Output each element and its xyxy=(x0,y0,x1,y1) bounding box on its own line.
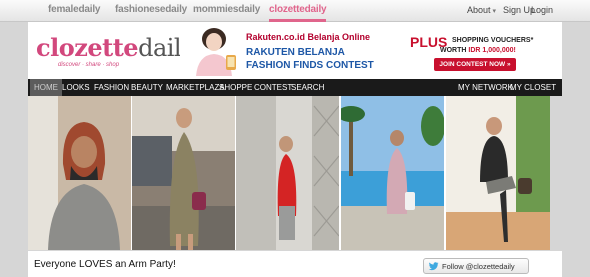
promo-line1: SHOPPING VOUCHERS* xyxy=(452,37,534,44)
banner-ad[interactable]: Rakuten.co.id Belanja Online RAKUTEN BEL… xyxy=(180,25,406,76)
article-headline[interactable]: Everyone LOVES an Arm Party! xyxy=(34,259,176,270)
look-photo-3[interactable] xyxy=(236,96,339,250)
network-bar: femaledaily fashionesedaily mommiesdaily… xyxy=(0,0,590,22)
nav-beauty[interactable]: BEAUTY xyxy=(127,79,167,96)
join-contest-button[interactable]: JOIN CONTEST NOW » xyxy=(434,58,516,71)
promo-line2: WORTH IDR 1,000,000! xyxy=(440,47,516,54)
nav-search[interactable]: SEARCH xyxy=(287,79,328,96)
look-photo-5[interactable] xyxy=(446,96,550,250)
look-photo-1[interactable] xyxy=(28,96,131,250)
twitter-icon xyxy=(428,262,439,271)
network-link-mommiesdaily[interactable]: mommiesdaily xyxy=(193,4,260,15)
logo-part-clozette: clozette xyxy=(36,33,139,62)
content-area: Everyone LOVES an Arm Party! Follow @clo… xyxy=(28,251,562,277)
login-link[interactable]: Login xyxy=(531,5,553,15)
network-link-fashionesedaily[interactable]: fashionesedaily xyxy=(115,4,187,15)
nav-looks[interactable]: LOOKS xyxy=(58,79,94,96)
look-photo-2[interactable] xyxy=(132,96,235,250)
logo-tagline: discover · share · shop xyxy=(58,62,120,68)
network-link-clozettedaily[interactable]: clozettedaily xyxy=(269,4,327,22)
ad-brand: Rakuten.co.id Belanja Online xyxy=(246,32,371,42)
ad-model-image xyxy=(186,25,242,76)
promo-box: PLUS SHOPPING VOUCHERS* WORTH IDR 1,000,… xyxy=(410,34,554,76)
about-label: About xyxy=(467,5,491,15)
about-menu[interactable]: About ▾ xyxy=(467,5,496,15)
chevron-down-icon: ▾ xyxy=(492,8,497,15)
main-nav: HOME LOOKS FASHION BEAUTY MARKETPLAZA SH… xyxy=(28,79,562,96)
look-photo-4[interactable] xyxy=(341,96,444,250)
ad-title-line1: RAKUTEN BELANJA xyxy=(246,47,345,58)
twitter-follow-label: Follow @clozettedaily xyxy=(442,262,515,271)
site-logo[interactable]: clozettedaily xyxy=(36,33,195,62)
site-header: clozettedaily discover · share · shop Ra… xyxy=(28,22,562,79)
featured-looks-strip xyxy=(28,96,550,250)
network-link-femaledaily[interactable]: femaledaily xyxy=(48,4,100,15)
ad-title-line2: FASHION FINDS CONTEST xyxy=(246,60,374,71)
twitter-follow-button[interactable]: Follow @clozettedaily xyxy=(423,258,529,274)
nav-my-closet[interactable]: MY CLOSET xyxy=(506,79,560,96)
